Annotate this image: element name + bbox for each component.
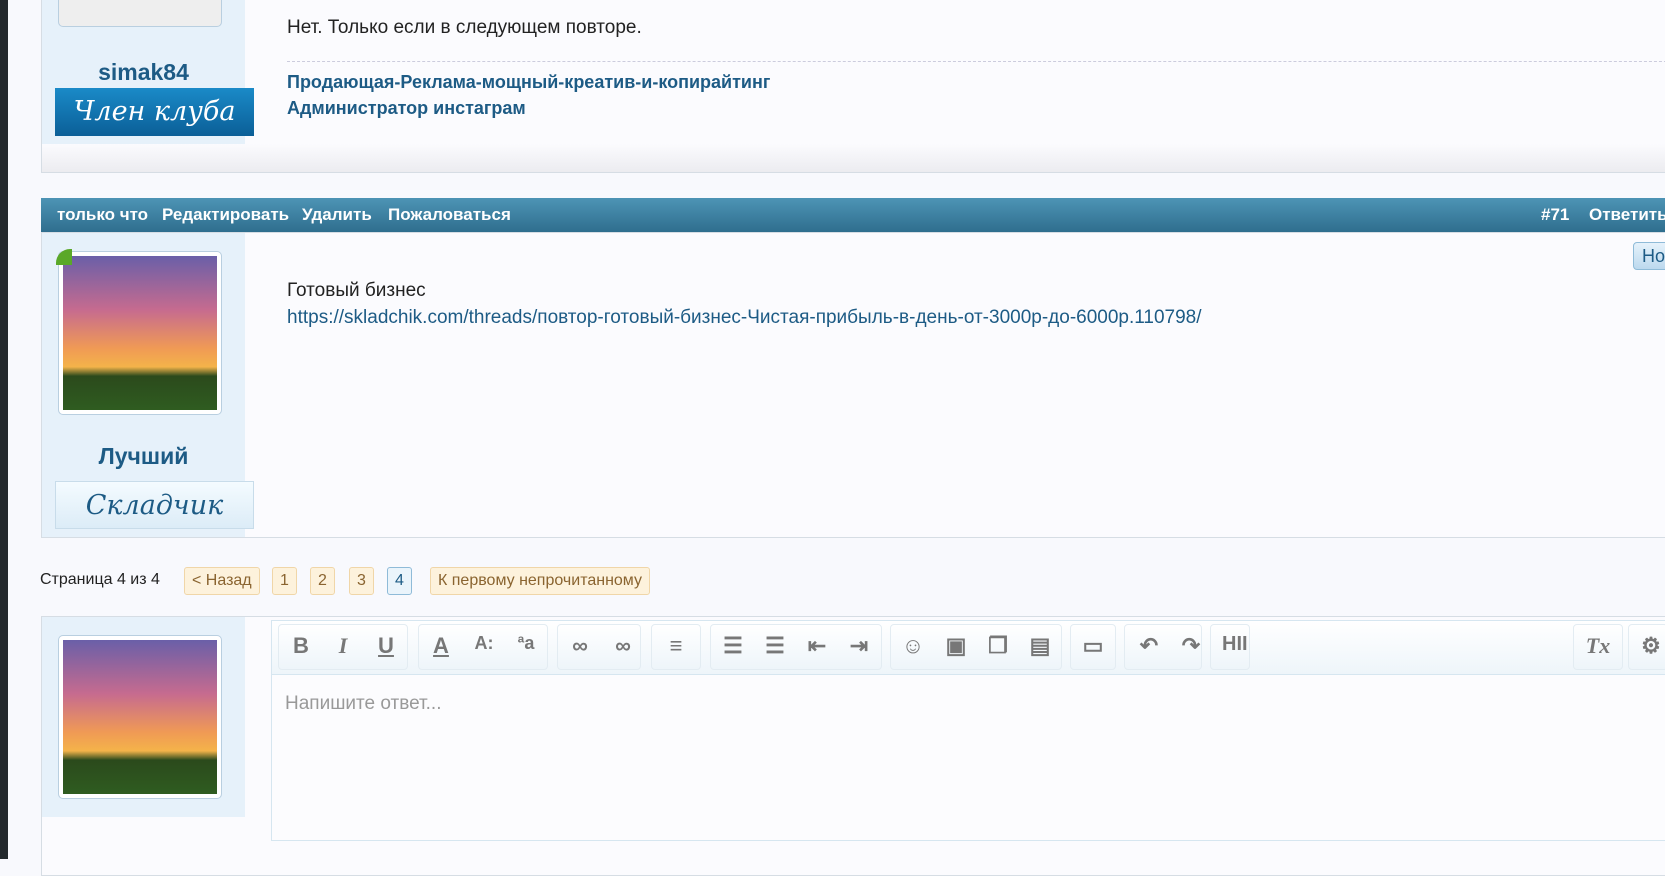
font-family-icon[interactable]: ªa (511, 633, 541, 654)
edit-link[interactable]: Редактировать (162, 198, 289, 232)
avatar[interactable] (58, 0, 222, 27)
reply-link[interactable]: Ответить (1589, 198, 1665, 232)
user-sidebar (42, 617, 245, 817)
page-3-button[interactable]: 3 (349, 567, 374, 595)
bold-icon[interactable]: B (286, 633, 316, 659)
quote-icon[interactable]: ▤ (1025, 633, 1055, 659)
post-luchshiy: Лучший Складчик Готовый бизнес https://s… (41, 232, 1665, 538)
signature-link[interactable]: Администратор инстаграм (287, 98, 526, 119)
first-unread-button[interactable]: К первому непрочитанному (430, 567, 650, 595)
report-link[interactable]: Пожаловаться (388, 198, 511, 232)
avatar (58, 635, 222, 799)
prev-page-button[interactable]: < Назад (184, 567, 260, 595)
post-simak84: simak84 Член клуба Нет. Только если в сл… (41, 0, 1665, 173)
numbered-list-icon[interactable]: ☰ (760, 633, 790, 659)
signature-link[interactable]: Продающая-Реклама-мощный-креатив-и-копир… (287, 72, 770, 93)
post-text: Готовый бизнес (287, 280, 426, 301)
page-1-button[interactable]: 1 (272, 567, 297, 595)
italic-icon[interactable]: I (328, 633, 358, 659)
page-label: Страница 4 из 4 (40, 571, 160, 588)
username[interactable]: simak84 (42, 59, 245, 86)
window-edge (0, 0, 8, 859)
user-sidebar: Лучший Складчик (42, 233, 254, 537)
outdent-icon[interactable]: ⇤ (802, 633, 832, 659)
online-indicator (56, 249, 72, 265)
user-badge: Складчик (55, 481, 254, 529)
font-color-icon[interactable]: A (426, 633, 456, 659)
smiley-icon[interactable]: ☺ (898, 633, 928, 659)
media-icon[interactable]: ❐ (983, 633, 1013, 659)
remove-format-icon[interactable]: Tx (1583, 633, 1613, 659)
page-4-current[interactable]: 4 (387, 567, 412, 595)
redo-icon[interactable]: ↷ (1176, 633, 1206, 659)
post-text: Нет. Только если в следующем повторе. (287, 17, 642, 38)
page-2-button[interactable]: 2 (310, 567, 335, 595)
undo-icon[interactable]: ↶ (1134, 633, 1164, 659)
source-toggle-icon[interactable]: ⚙ (1636, 633, 1665, 659)
link-icon[interactable]: ∞ (565, 633, 595, 659)
new-badge: Но (1633, 242, 1665, 270)
hide-icon[interactable]: HII (1222, 633, 1262, 656)
post-number[interactable]: #71 (1541, 198, 1569, 232)
unlink-icon[interactable]: ∞ (608, 633, 638, 659)
post-time[interactable]: только что (57, 198, 148, 232)
user-badge: Член клуба (55, 88, 254, 136)
avatar[interactable] (58, 251, 222, 415)
delete-link[interactable]: Удалить (302, 198, 372, 232)
underline-icon[interactable]: U (371, 633, 401, 659)
image-icon[interactable]: ▣ (941, 633, 971, 659)
post-action-bar: только что Редактировать Удалить Пожалов… (41, 198, 1665, 232)
indent-icon[interactable]: ⇥ (844, 633, 874, 659)
font-size-icon[interactable]: A: (469, 633, 499, 654)
signature-divider (287, 61, 1665, 62)
reply-input-placeholder[interactable]: Напишите ответ... (285, 693, 441, 715)
post-link[interactable]: https://skladchik.com/threads/повтор-гот… (287, 307, 1202, 329)
username[interactable]: Лучший (42, 443, 245, 470)
save-draft-icon[interactable]: ▭ (1078, 633, 1108, 659)
align-icon[interactable]: ≡ (661, 633, 691, 659)
bullet-list-icon[interactable]: ☰ (718, 633, 748, 659)
post-footer (42, 144, 1665, 172)
